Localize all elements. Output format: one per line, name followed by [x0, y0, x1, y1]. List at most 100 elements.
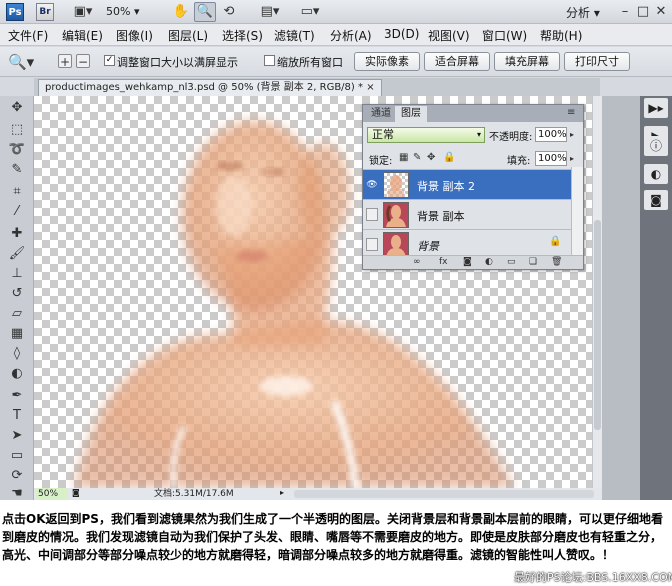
layer-row[interactable]: 背景 副本	[363, 199, 571, 229]
opacity-arrow-icon[interactable]: ▸	[567, 127, 577, 142]
vertical-scrollbar[interactable]	[592, 96, 602, 488]
brush-tool-icon[interactable]: 🖌	[4, 244, 30, 264]
menu-edit[interactable]: 编辑(E)	[62, 27, 103, 44]
menu-layer[interactable]: 图层(L)	[168, 27, 208, 44]
status-bar: 50% ◙ 文档:5.31M/17.6M ▸	[34, 488, 602, 500]
healing-brush-tool-icon[interactable]: ✚	[4, 224, 30, 244]
fill-screen-button[interactable]: 填充屏幕	[494, 52, 560, 71]
marquee-tool-icon[interactable]: ⬚	[4, 120, 30, 140]
type-tool-icon[interactable]: T	[4, 406, 30, 426]
menu-image[interactable]: 图像(I)	[116, 27, 153, 44]
bridge-button[interactable]: Br	[36, 3, 54, 21]
close-icon[interactable]: ✕	[654, 4, 668, 19]
layer-name: 背景 副本 2	[417, 180, 475, 193]
lock-pixels-icon[interactable]: ✎	[413, 152, 421, 163]
history-brush-tool-icon[interactable]: ↺	[4, 284, 30, 304]
tab-layers[interactable]: 图层	[395, 106, 427, 122]
tab-close-icon[interactable]: ×	[366, 82, 374, 93]
eye-icon[interactable]: 👁	[366, 179, 378, 191]
new-group-icon[interactable]: ▭	[507, 257, 516, 267]
lock-all-icon[interactable]: 🔒	[443, 152, 455, 163]
move-tool-icon[interactable]: ✥	[4, 98, 30, 118]
menu-help[interactable]: 帮助(H)	[540, 27, 582, 44]
visibility-toggle[interactable]	[366, 238, 378, 251]
clone-stamp-tool-icon[interactable]: ⊥	[4, 264, 30, 284]
workspace-switcher[interactable]: 分析 ▾	[566, 4, 600, 21]
status-arrow-icon[interactable]: ▸	[280, 488, 284, 497]
layout-button[interactable]: ▣▾	[68, 2, 98, 22]
screen-mode-button[interactable]: ▭▾	[296, 2, 324, 22]
menu-window[interactable]: 窗口(W)	[482, 27, 527, 44]
zoom-tool-button[interactable]: 🔍	[194, 2, 216, 22]
menu-file[interactable]: 文件(F)	[8, 27, 48, 44]
zoom-tool-preset-icon[interactable]: 🔍▾	[8, 53, 34, 71]
layer-row[interactable]: 👁 背景 副本 2	[363, 169, 571, 199]
eraser-tool-icon[interactable]: ▱	[4, 304, 30, 324]
rotate-view-button[interactable]: ⟲	[218, 2, 240, 22]
print-size-button[interactable]: 打印尺寸	[564, 52, 630, 71]
menu-analysis[interactable]: 分析(A)	[330, 27, 372, 44]
link-layers-icon[interactable]: ∞	[413, 257, 421, 267]
vertical-scroll-thumb[interactable]	[594, 220, 601, 430]
lasso-tool-icon[interactable]: ➰	[4, 140, 30, 160]
workspace-label: 分析	[566, 6, 591, 20]
arrange-documents-button[interactable]: ▤▾	[256, 2, 284, 22]
adjustments-panel-icon[interactable]: ◐	[644, 164, 668, 184]
photoshop-window: Ps Br ▣▾ 50% ▾ ✋ 🔍 ⟲ ▤▾ ▭▾ 分析 ▾ – □ ✕ 文件…	[0, 0, 672, 500]
adjustment-layer-icon[interactable]: ◐	[485, 257, 493, 267]
lock-transparency-icon[interactable]: ▦	[399, 152, 408, 163]
hand-tool-button[interactable]: ✋	[170, 2, 192, 22]
3d-rotate-tool-icon[interactable]: ⟳	[4, 466, 30, 486]
layer-row[interactable]: 背景 🔒	[363, 229, 571, 255]
gradient-tool-icon[interactable]: ▦	[4, 324, 30, 344]
application-bar: Ps Br ▣▾ 50% ▾ ✋ 🔍 ⟲ ▤▾ ▭▾ 分析 ▾ – □ ✕	[0, 0, 672, 24]
menu-select[interactable]: 选择(S)	[222, 27, 263, 44]
minimize-icon[interactable]: –	[618, 4, 632, 19]
layers-panel-footer: ∞ fx ◙ ◐ ▭ ❏ 🗑	[363, 255, 583, 269]
tab-channels[interactable]: 通道	[365, 106, 397, 122]
status-zoom[interactable]: 50%	[36, 488, 68, 500]
menu-view[interactable]: 视图(V)	[428, 27, 470, 44]
zoom-in-icon[interactable]: +	[58, 54, 72, 69]
layer-style-icon[interactable]: fx	[439, 257, 448, 267]
blend-mode-select[interactable]: 正常 ▾	[367, 127, 485, 143]
layout-icon: ▣▾	[73, 4, 93, 19]
zoom-out-icon[interactable]: −	[76, 54, 90, 69]
pen-tool-icon[interactable]: ✒	[4, 386, 30, 406]
add-mask-icon[interactable]: ◙	[463, 257, 472, 267]
hand-tool-icon[interactable]: ☚	[4, 484, 30, 500]
actual-pixels-button[interactable]: 实际像素	[354, 52, 420, 71]
menu-filter[interactable]: 滤镜(T)	[274, 27, 315, 44]
visibility-toggle[interactable]	[366, 208, 378, 221]
eyedropper-tool-icon[interactable]: ⁄	[4, 202, 30, 222]
color-panel-icon[interactable]: ▶▸	[644, 98, 668, 118]
info-panel-icon[interactable]: ⓘ	[644, 136, 668, 156]
fit-screen-button[interactable]: 适合屏幕	[424, 52, 490, 71]
lock-position-icon[interactable]: ✥	[427, 152, 435, 163]
document-tab-bar: productimages_wehkamp_nl3.psd @ 50% (背景 …	[34, 78, 600, 96]
new-layer-icon[interactable]: ❏	[529, 257, 537, 267]
layer-name: 背景 副本	[417, 210, 465, 223]
panel-menu-icon[interactable]: ≡	[567, 107, 575, 118]
status-camera-icon[interactable]: ◙	[72, 488, 80, 497]
document-tab[interactable]: productimages_wehkamp_nl3.psd @ 50% (背景 …	[38, 79, 382, 96]
opacity-field[interactable]: 100%	[535, 127, 567, 142]
delete-layer-icon[interactable]: 🗑	[551, 257, 562, 267]
quick-select-tool-icon[interactable]: ✎	[4, 160, 30, 180]
fill-arrow-icon[interactable]: ▸	[567, 151, 577, 166]
layer-thumbnail	[383, 172, 409, 198]
horizontal-scrollbar[interactable]	[294, 490, 594, 498]
zoom-level-select[interactable]: 50% ▾	[106, 5, 139, 18]
masks-panel-icon[interactable]: ◙	[644, 190, 668, 210]
blur-tool-icon[interactable]: ◊	[4, 344, 30, 364]
layers-scrollbar[interactable]	[571, 167, 583, 255]
fill-field[interactable]: 100%	[535, 151, 567, 166]
path-select-tool-icon[interactable]: ➤	[4, 426, 30, 446]
zoom-all-windows-checkbox[interactable]	[264, 55, 275, 66]
shape-tool-icon[interactable]: ▭	[4, 446, 30, 466]
dodge-tool-icon[interactable]: ◐	[4, 364, 30, 384]
resize-windows-checkbox[interactable]: ✓	[104, 55, 115, 66]
crop-tool-icon[interactable]: ⌗	[4, 182, 30, 202]
menu-3d[interactable]: 3D(D)	[384, 27, 419, 41]
maximize-icon[interactable]: □	[636, 4, 650, 19]
